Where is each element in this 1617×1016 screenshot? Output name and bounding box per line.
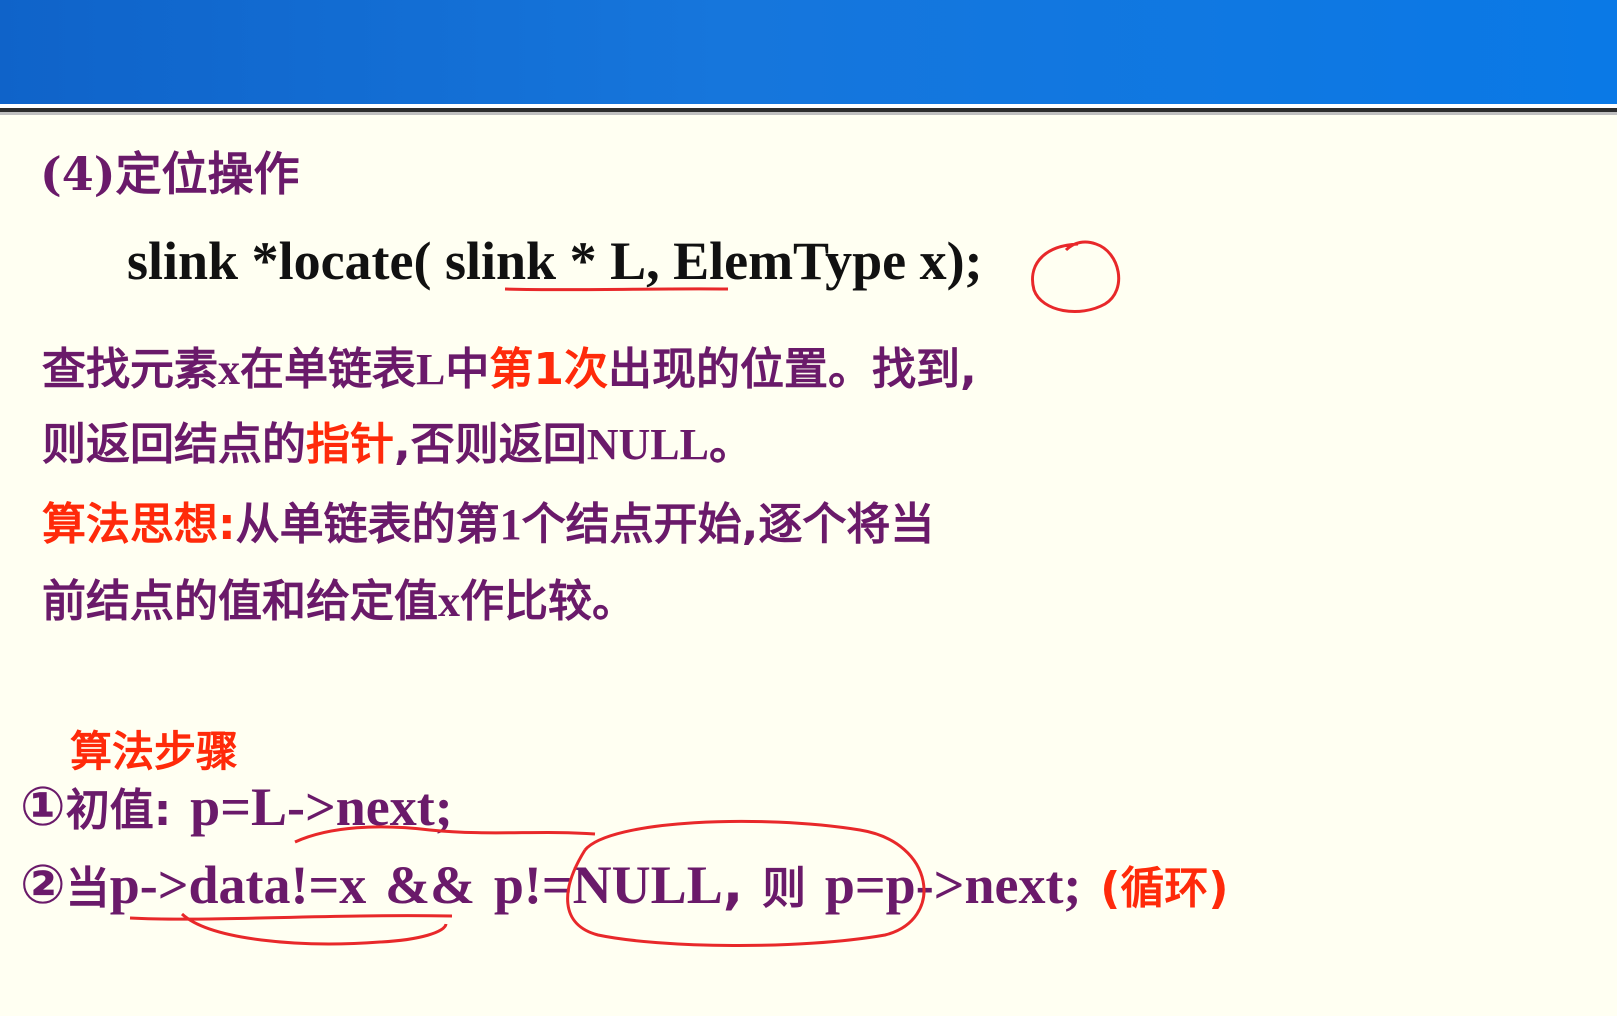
description-line-2: 则返回结点的指针,否则返回NULL。 [42, 408, 753, 472]
algorithm-idea-label: 算法思想: [42, 499, 236, 550]
step2-cond2: p!=NULL [493, 855, 723, 915]
section-heading: (4)定位操作 [40, 138, 300, 204]
algorithm-idea-line-2: 前结点的值和给定值x作比较。 [42, 565, 636, 629]
step2-code: p=p->next; [824, 855, 1082, 915]
desc1-c: 在单链表 [240, 344, 416, 395]
step2-and: && [385, 855, 476, 915]
desc2-null: NULL [586, 420, 709, 469]
step2-marker: ② [20, 853, 66, 916]
idea2-x: x [438, 577, 460, 626]
step2-label: 当 [65, 863, 110, 914]
heading-number: (4) [40, 147, 116, 201]
swoosh-under-cond1 [180, 912, 448, 946]
slide-header-bar [0, 0, 1617, 104]
desc2-c: ,否则返回 [394, 419, 587, 470]
step1-label: 初值: [65, 785, 172, 836]
algorithm-idea-line-1: 算法思想:从单链表的第1个结点开始,逐个将当 [42, 488, 934, 552]
step2-cond1: p->data!=x [109, 855, 367, 915]
step1-marker: ① [20, 775, 66, 838]
heading-text: 定位操作 [115, 147, 300, 201]
desc1-a: 查找元素 [42, 344, 218, 395]
desc1-L: L [416, 345, 446, 394]
step1-code: p=L->next; [190, 777, 453, 837]
desc2-e: 。 [708, 419, 753, 470]
function-signature: slink *locate( slink * L, ElemType x); [127, 231, 983, 291]
header-divider-shadow [0, 112, 1617, 115]
description-line-1: 查找元素x在单链表L中第1次出现的位置。找到, [42, 333, 977, 397]
desc1-x: x [218, 345, 240, 394]
idea2-a: 前结点的值和给定值 [42, 576, 438, 627]
desc2-pointer: 指针 [306, 419, 394, 470]
step2-then: 则 [762, 863, 807, 914]
idea-a: 从单链表的第 [235, 499, 500, 550]
idea-one: 1 [499, 500, 522, 549]
step2-loop-note: (循环) [1100, 863, 1229, 914]
circle-x-icon [1031, 240, 1121, 313]
step-2: ②当p->data!=x && p!=NULL, 则 p=p->next; (循… [20, 852, 1228, 916]
desc1-e: 中 [445, 344, 490, 395]
step2-comma: , [722, 853, 744, 916]
idea2-c: 作比较。 [460, 576, 636, 627]
underline-cond1 [129, 914, 453, 921]
idea-c: 个结点开始,逐个将当 [521, 499, 935, 550]
desc1-g: 出现的位置。找到, [607, 344, 977, 395]
step-1: ①初值: p=L->next; [20, 774, 453, 838]
algorithm-steps-title: 算法步骤 [70, 727, 239, 776]
desc1-first-occurrence: 第1次 [489, 344, 608, 395]
desc2-a: 则返回结点的 [42, 419, 306, 470]
